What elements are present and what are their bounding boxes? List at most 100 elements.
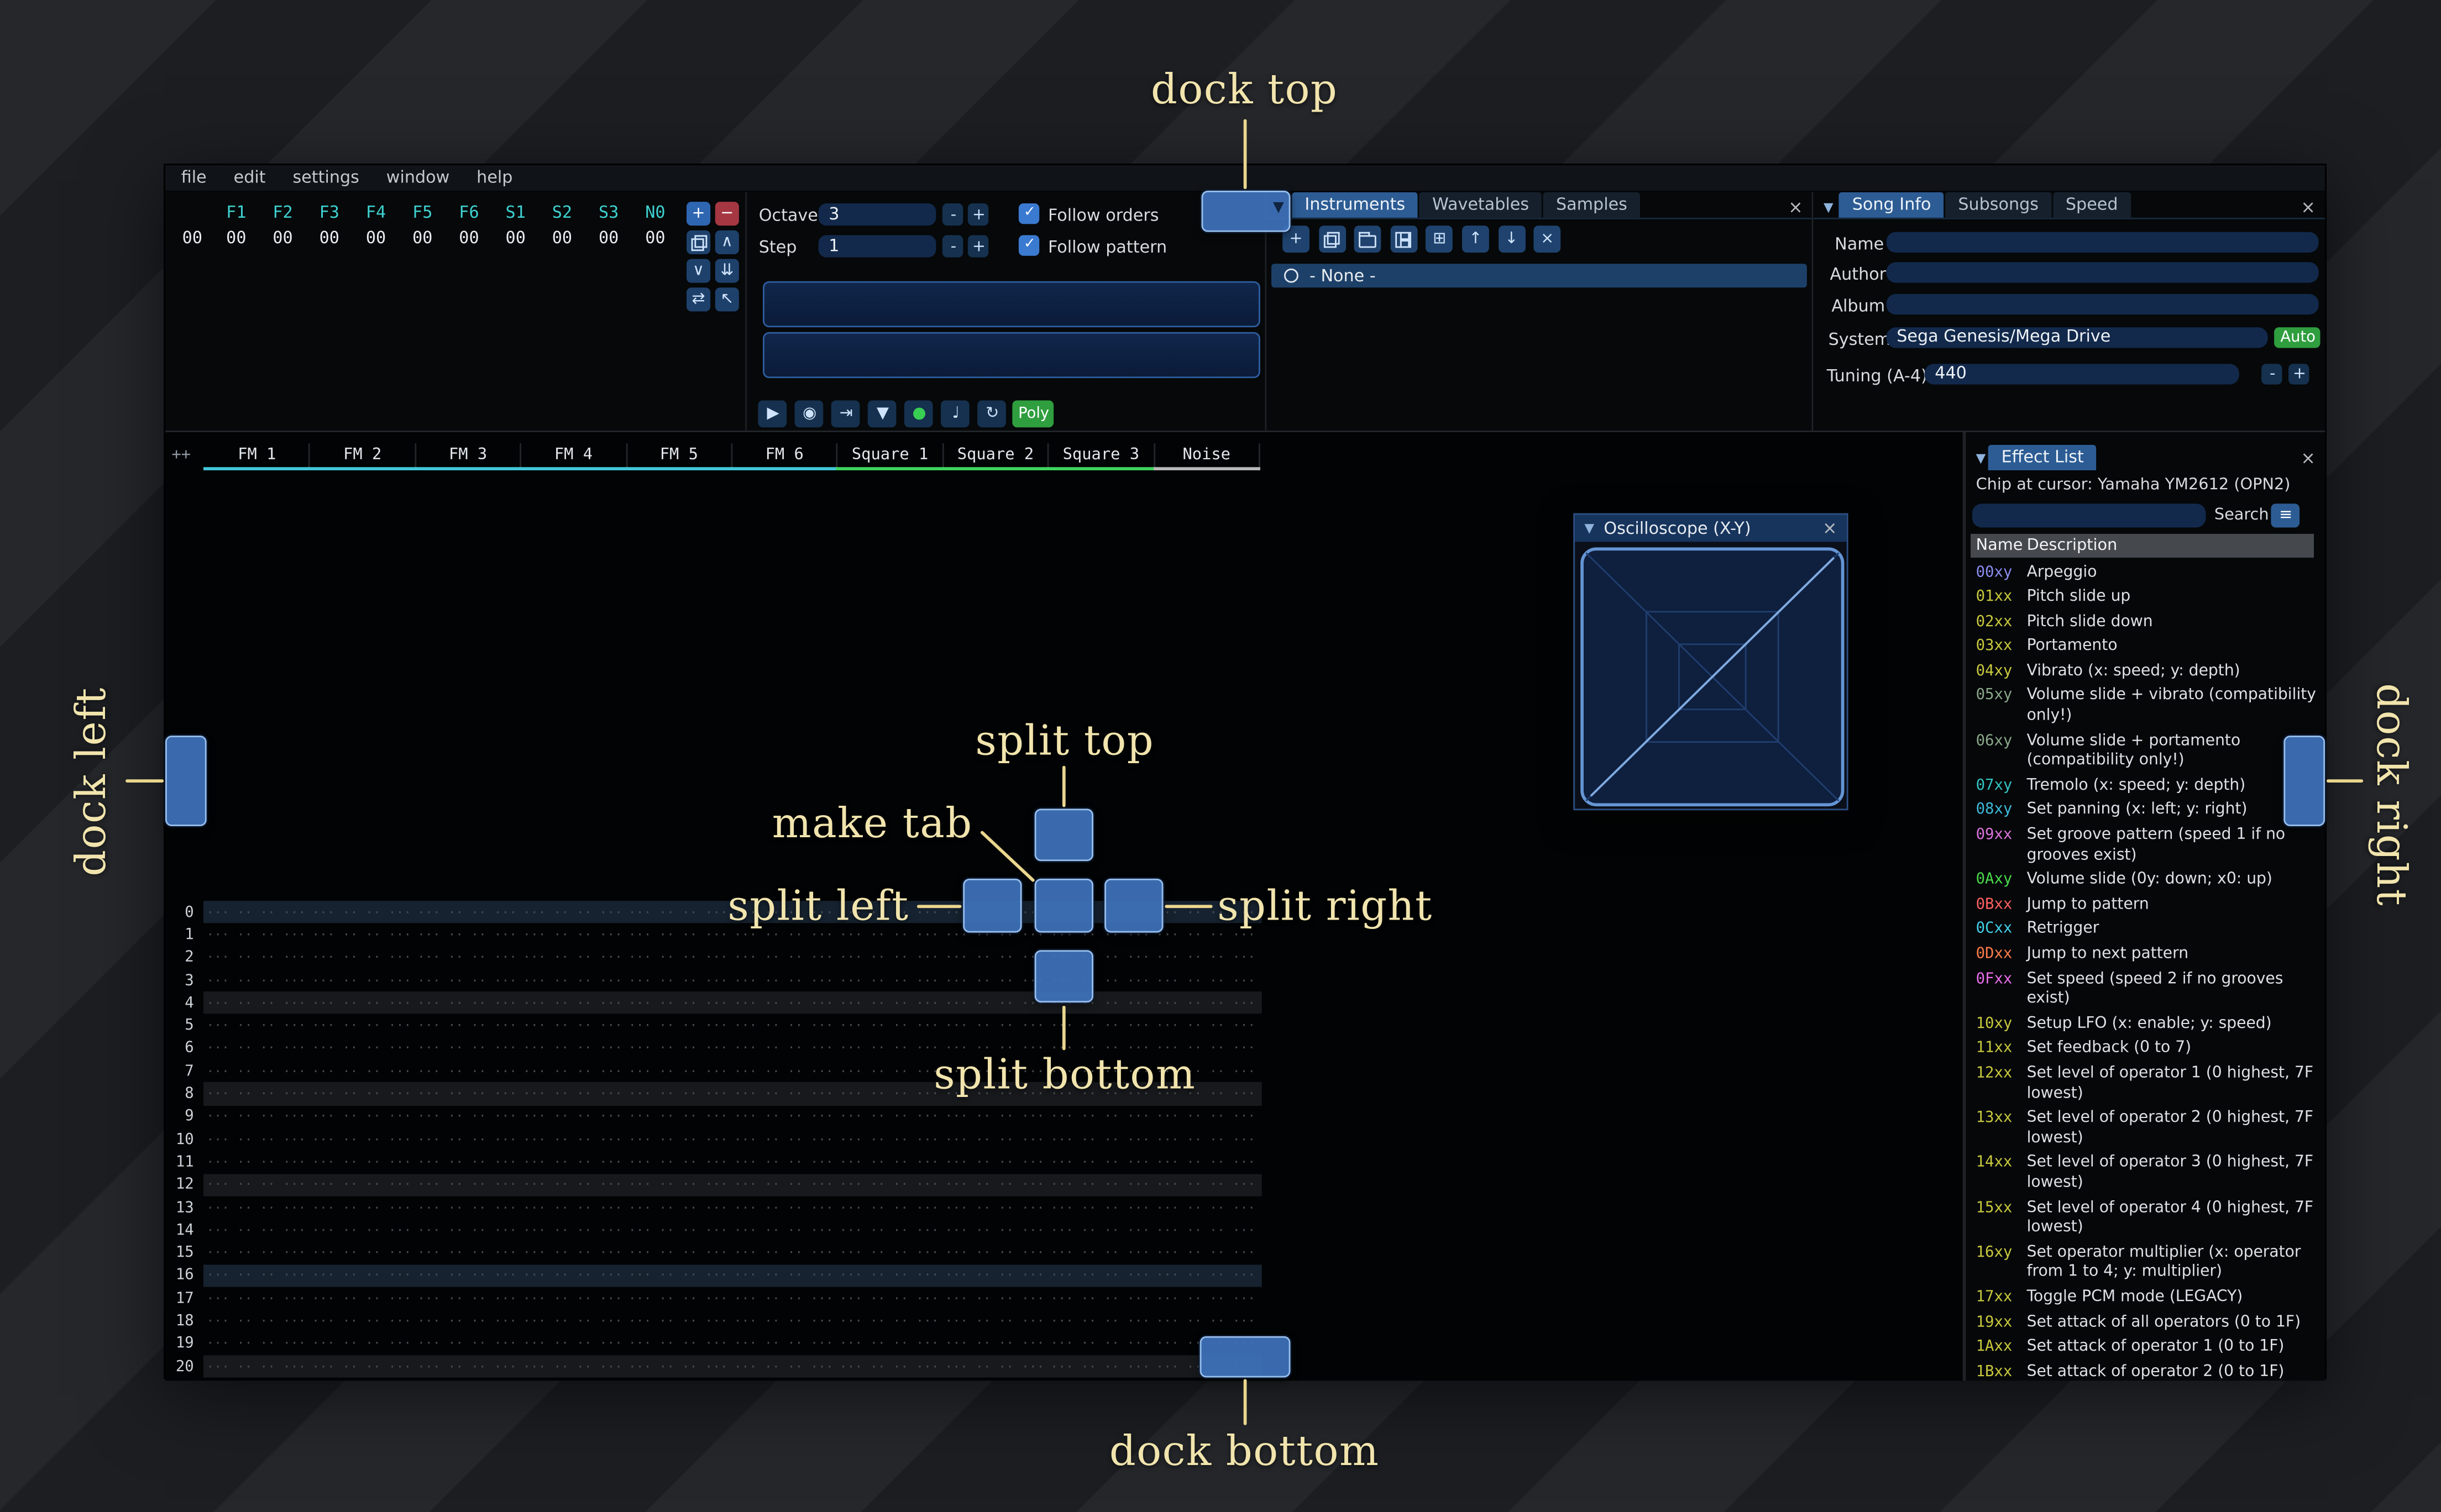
- pattern-cell[interactable]: ··· ·· ·· ···: [415, 1359, 520, 1374]
- pattern-cell[interactable]: ··· ·· ·· ···: [942, 1337, 1047, 1351]
- step-decrease-button[interactable]: -: [943, 235, 964, 258]
- order-row-index[interactable]: 00: [172, 229, 213, 248]
- pattern-cell[interactable]: ··· ·· ·· ···: [1047, 1246, 1153, 1260]
- pattern-cell[interactable]: ··· ·· ·· ···: [415, 1064, 520, 1078]
- order-value-f5[interactable]: 00: [399, 229, 446, 248]
- pattern-cell[interactable]: ··· ·· ·· ···: [731, 1314, 836, 1329]
- octave-decrease-button[interactable]: -: [943, 203, 964, 226]
- pattern-cell[interactable]: ··· ·· ·· ···: [415, 1178, 520, 1192]
- pattern-cell[interactable]: ··· ·· ·· ···: [731, 1223, 836, 1237]
- pattern-cell[interactable]: ··· ·· ·· ···: [203, 1087, 309, 1101]
- order-value-s1[interactable]: 00: [493, 229, 539, 248]
- pattern-cell[interactable]: ··· ·· ·· ···: [836, 1314, 942, 1329]
- pattern-cell[interactable]: ··· ·· ·· ···: [625, 1314, 731, 1329]
- dock-target-right[interactable]: [2283, 736, 2325, 826]
- pattern-cell[interactable]: ··· ·· ·· ···: [1047, 1155, 1153, 1169]
- order-edit-mode-button[interactable]: ↖: [715, 287, 739, 312]
- delete-instrument-button[interactable]: ×: [1533, 225, 1561, 253]
- channel-header-square-1[interactable]: Square 1: [836, 443, 944, 470]
- move-instrument-down-button[interactable]: ↓: [1497, 225, 1525, 253]
- pattern-cell[interactable]: ··· ·· ·· ···: [731, 1132, 836, 1147]
- add-order-button[interactable]: +: [687, 202, 711, 226]
- pattern-cell[interactable]: ··· ·· ·· ···: [203, 1200, 309, 1215]
- pattern-cell[interactable]: ··· ·· ·· ···: [836, 1291, 942, 1305]
- pattern-cell[interactable]: ··· ·· ·· ···: [1047, 1337, 1153, 1351]
- channel-options-button[interactable]: ++: [172, 447, 191, 464]
- pattern-cell[interactable]: ··· ·· ·· ···: [520, 1041, 626, 1056]
- repeat-pattern-button[interactable]: ↻: [978, 400, 1007, 428]
- pattern-cell[interactable]: ··· ·· ·· ···: [203, 973, 309, 988]
- dock-target-bottom[interactable]: [1199, 1336, 1291, 1378]
- channel-header-square-3[interactable]: Square 3: [1047, 443, 1155, 470]
- channel-header-fm-2[interactable]: FM 2: [308, 443, 416, 470]
- pattern-cell[interactable]: ··· ·· ·· ···: [415, 1314, 520, 1329]
- pattern-cell[interactable]: ··· ·· ·· ···: [309, 1223, 415, 1237]
- pattern-cell[interactable]: ··· ·· ·· ···: [942, 1200, 1047, 1215]
- pattern-cell[interactable]: ··· ·· ·· ···: [520, 973, 626, 988]
- pattern-cell[interactable]: ··· ·· ·· ···: [520, 1291, 626, 1305]
- pattern-cell[interactable]: ··· ·· ·· ···: [203, 1041, 309, 1056]
- pattern-cell[interactable]: ··· ·· ·· ···: [731, 1178, 836, 1192]
- close-icon[interactable]: ×: [2301, 197, 2316, 218]
- pattern-cell[interactable]: ··· ·· ·· ···: [1153, 1110, 1259, 1124]
- channel-header-fm-4[interactable]: FM 4: [520, 443, 627, 470]
- pattern-cell[interactable]: ··· ·· ·· ···: [836, 1223, 942, 1237]
- pattern-cell[interactable]: ··· ·· ·· ···: [203, 1246, 309, 1260]
- tuning-increase-button[interactable]: +: [2289, 364, 2310, 385]
- effect-search-input[interactable]: [1972, 503, 2207, 528]
- follow-orders-checkbox[interactable]: ✓: [1019, 203, 1040, 224]
- split-target-bottom[interactable]: [1034, 950, 1093, 1003]
- pattern-cell[interactable]: ··· ·· ·· ···: [625, 1268, 731, 1283]
- menu-window[interactable]: window: [386, 169, 450, 188]
- pattern-cell[interactable]: ··· ·· ·· ···: [942, 1246, 1047, 1260]
- tab-effect-list[interactable]: Effect List: [1988, 445, 2097, 470]
- menu-file[interactable]: file: [181, 169, 207, 188]
- remove-order-button[interactable]: −: [715, 202, 739, 226]
- pattern-cell[interactable]: ··· ·· ·· ···: [625, 951, 731, 965]
- play-button[interactable]: ▶: [758, 400, 788, 428]
- pattern-cell[interactable]: ··· ·· ·· ···: [942, 1291, 1047, 1305]
- play-to-cursor-button[interactable]: ⇥: [831, 400, 861, 428]
- pattern-cell[interactable]: ··· ·· ·· ···: [309, 1132, 415, 1147]
- metronome-button[interactable]: ♩: [941, 400, 971, 428]
- pattern-cell[interactable]: ··· ·· ·· ···: [520, 1155, 626, 1169]
- tab-speed[interactable]: Speed: [2052, 192, 2131, 218]
- pattern-cell[interactable]: ··· ·· ·· ···: [625, 1087, 731, 1101]
- tuning-decrease-button[interactable]: -: [2262, 364, 2283, 385]
- pattern-cell[interactable]: ··· ·· ·· ···: [520, 928, 626, 942]
- pattern-cell[interactable]: ··· ·· ·· ···: [309, 1359, 415, 1374]
- pattern-cell[interactable]: ··· ·· ·· ···: [836, 1337, 942, 1351]
- pattern-cell[interactable]: ··· ·· ·· ···: [520, 1110, 626, 1124]
- pattern-cell[interactable]: ··· ·· ·· ···: [415, 1155, 520, 1169]
- channel-header-square-2[interactable]: Square 2: [942, 443, 1049, 470]
- order-value-s2[interactable]: 00: [539, 229, 585, 248]
- effect-list-menu-button[interactable]: ≡: [2271, 503, 2301, 528]
- system-field[interactable]: Sega Genesis/Mega Drive: [1887, 327, 2269, 348]
- pattern-cell[interactable]: ··· ·· ·· ···: [520, 1268, 626, 1283]
- make-tab-target[interactable]: [1034, 878, 1093, 933]
- pattern-cell[interactable]: ··· ·· ·· ···: [836, 973, 942, 988]
- album-field[interactable]: [1887, 293, 2320, 315]
- pattern-cell[interactable]: ··· ·· ·· ···: [836, 1268, 942, 1283]
- pattern-cell[interactable]: ··· ·· ·· ···: [625, 1291, 731, 1305]
- pattern-cell[interactable]: ··· ·· ·· ···: [309, 973, 415, 988]
- channel-header-fm-3[interactable]: FM 3: [414, 443, 522, 470]
- pattern-cell[interactable]: ··· ·· ·· ···: [836, 1246, 942, 1260]
- author-field[interactable]: [1887, 262, 2320, 283]
- pattern-cell[interactable]: ··· ·· ·· ···: [520, 1314, 626, 1329]
- pattern-cell[interactable]: ··· ·· ·· ···: [625, 1246, 731, 1260]
- pattern-cell[interactable]: ··· ·· ·· ···: [520, 1087, 626, 1101]
- tab-song-info[interactable]: Song Info: [1839, 192, 1944, 218]
- pattern-cell[interactable]: ··· ·· ·· ···: [415, 1200, 520, 1215]
- pattern-cell[interactable]: ··· ·· ·· ···: [415, 905, 520, 920]
- pattern-cell[interactable]: ··· ·· ·· ···: [731, 1359, 836, 1374]
- pattern-cell[interactable]: ··· ·· ·· ···: [415, 1246, 520, 1260]
- pattern-cell[interactable]: ··· ·· ·· ···: [942, 1359, 1047, 1374]
- pattern-cell[interactable]: ··· ·· ·· ···: [309, 905, 415, 920]
- duplicate-instrument-button[interactable]: [1318, 225, 1345, 253]
- pattern-cell[interactable]: ··· ·· ·· ···: [836, 1359, 942, 1374]
- pattern-cell[interactable]: ··· ·· ·· ···: [415, 951, 520, 965]
- pattern-cell[interactable]: ··· ·· ·· ···: [942, 951, 1047, 965]
- pattern-cell[interactable]: ··· ·· ·· ···: [942, 1223, 1047, 1237]
- pattern-cell[interactable]: ··· ·· ·· ···: [415, 928, 520, 942]
